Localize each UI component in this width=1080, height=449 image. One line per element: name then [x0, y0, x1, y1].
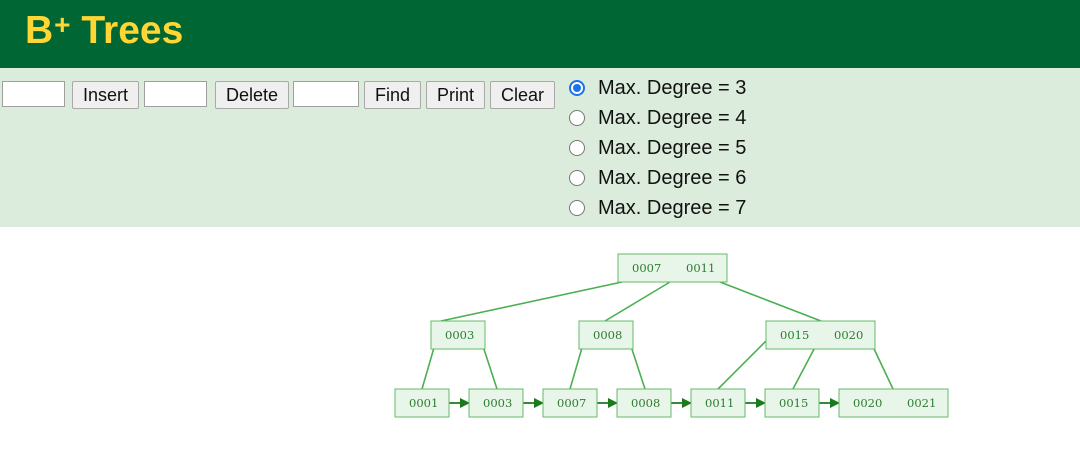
- control-panel: Insert Delete Find Print Clear Max. Degr…: [0, 68, 1080, 227]
- degree-option-3[interactable]: Max. Degree = 3: [569, 75, 746, 101]
- leaf-node-key: 0015: [779, 396, 808, 410]
- degree-label-4: Max. Degree = 4: [598, 106, 747, 129]
- degree-radio-7[interactable]: [569, 200, 585, 216]
- title-plus: +: [54, 9, 71, 40]
- print-button[interactable]: Print: [426, 81, 485, 109]
- degree-radio-5[interactable]: [569, 140, 585, 156]
- leaf-node-key: 0020: [853, 396, 882, 410]
- title-b: B: [25, 9, 54, 52]
- degree-label-6: Max. Degree = 6: [598, 166, 747, 189]
- degree-radio-4[interactable]: [569, 110, 585, 126]
- bplus-tree-diagram: 0007 0011 0003 0008 0015 0020 0001 0003 0007 0008…: [394, 253, 949, 418]
- leaf-node-key: 0007: [557, 396, 586, 410]
- leaf-node-key: 0003: [483, 396, 512, 410]
- internal-node-key: 0003: [445, 328, 474, 342]
- degree-radio-6[interactable]: [569, 170, 585, 186]
- degree-label-3: Max. Degree = 3: [598, 76, 747, 99]
- leaf-node-key: 0001: [409, 396, 438, 410]
- degree-radio-3[interactable]: [569, 80, 585, 96]
- degree-option-4[interactable]: Max. Degree = 4: [569, 105, 746, 131]
- leaf-node-key: 0008: [631, 396, 660, 410]
- tree-edge: [440, 281, 623, 322]
- degree-label-5: Max. Degree = 5: [598, 136, 747, 159]
- delete-input[interactable]: [144, 81, 207, 107]
- delete-button[interactable]: Delete: [215, 81, 289, 109]
- root-node-key: 0007: [632, 261, 661, 275]
- tree-edge: [717, 333, 774, 390]
- find-button[interactable]: Find: [364, 81, 421, 109]
- internal-node-key: 0015: [780, 328, 809, 342]
- internal-node-key: 0020: [834, 328, 863, 342]
- degree-option-5[interactable]: Max. Degree = 5: [569, 135, 746, 161]
- degree-label-7: Max. Degree = 7: [598, 196, 747, 219]
- root-node-key: 0011: [686, 261, 715, 275]
- leaf-node-key: 0021: [907, 396, 936, 410]
- find-input[interactable]: [293, 81, 359, 107]
- degree-option-6[interactable]: Max. Degree = 6: [569, 165, 746, 191]
- leaf-node-key: 0011: [705, 396, 734, 410]
- internal-node-key: 0008: [593, 328, 622, 342]
- title-rest: Trees: [70, 9, 184, 52]
- tree-edge: [719, 281, 822, 322]
- clear-button[interactable]: Clear: [490, 81, 555, 109]
- insert-input[interactable]: [2, 81, 65, 107]
- tree-edge: [604, 281, 671, 322]
- app-header: B+ Trees: [0, 0, 1080, 68]
- degree-option-7[interactable]: Max. Degree = 7: [569, 195, 746, 221]
- insert-button[interactable]: Insert: [72, 81, 139, 109]
- page-title: B+ Trees: [25, 8, 183, 54]
